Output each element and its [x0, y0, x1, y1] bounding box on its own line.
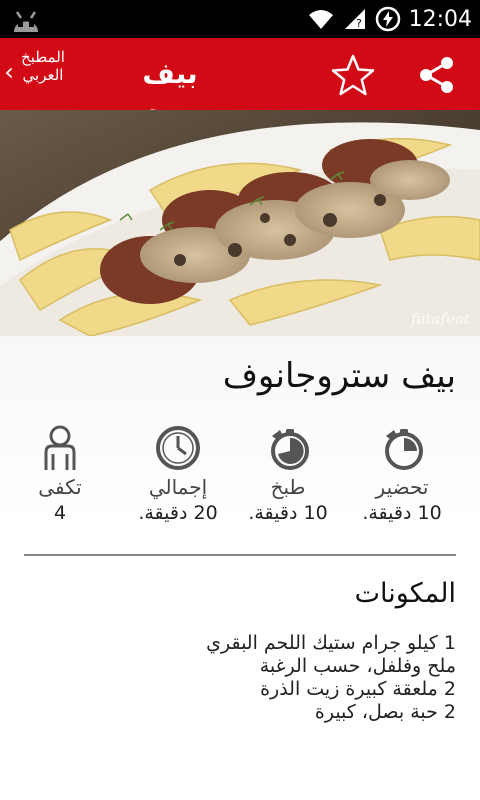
- recipe-photo-graphic: [0, 110, 480, 336]
- stat-serves-label: تكفى: [38, 475, 82, 499]
- favorite-star-icon[interactable]: [330, 52, 376, 98]
- ingredients-heading: المكونات: [354, 578, 456, 609]
- app-logo[interactable]: المطبخ العربي: [18, 48, 68, 100]
- ingredient-item: 2 حبة بصل، كبيرة: [314, 701, 456, 723]
- stat-prep: تحضير 10 دقيقة.: [342, 424, 462, 526]
- ingredient-item: 2 ملعقة كبيرة زيت الذرة: [260, 678, 456, 700]
- stopwatch-icon: [271, 429, 309, 470]
- stat-prep-label: تحضير: [375, 475, 429, 499]
- status-bar: ? 12:04: [0, 0, 480, 38]
- stat-serves-value: 4: [53, 502, 67, 524]
- clock-icon: [156, 426, 200, 470]
- stat-cook: طبخ 10 دقيقة.: [228, 424, 348, 526]
- up-chevron-icon[interactable]: ‹: [2, 58, 16, 86]
- logo-line-1: المطبخ: [21, 48, 65, 66]
- recipe-photo: fatafeat: [0, 110, 480, 336]
- person-icon: [44, 425, 76, 470]
- ingredients-list: 1 كيلو جرام ستيك اللحم البقري ملح وفلفل،…: [36, 632, 456, 724]
- status-time: 12:04: [408, 6, 472, 32]
- stat-prep-value: 10 دقيقة.: [362, 502, 442, 524]
- recipe-title: بيف ستروجانوف: [222, 356, 456, 396]
- android-icon: [14, 11, 38, 32]
- svg-text:?: ?: [356, 17, 362, 30]
- stat-serves: تكفى 4: [0, 424, 120, 526]
- stat-cook-value: 10 دقيقة.: [248, 502, 328, 524]
- stat-total-value: 20 دقيقة.: [138, 502, 218, 524]
- ingredient-item: 1 كيلو جرام ستيك اللحم البقري: [206, 632, 456, 654]
- logo-line-2: العربي: [22, 66, 64, 84]
- signal-icon: ?: [344, 9, 365, 30]
- recipe-details: بيف ستروجانوف تحضير 10 دقيقة. طبخ 10 دقي…: [0, 336, 480, 800]
- recipe-stats: تحضير 10 دقيقة. طبخ 10 دقيقة. إجمالي 20: [16, 424, 464, 534]
- battery-charging-icon: [375, 6, 400, 32]
- stopwatch-icon: [385, 429, 423, 470]
- section-divider: [24, 554, 456, 556]
- share-icon[interactable]: [414, 52, 460, 98]
- stat-total: إجمالي 20 دقيقة.: [118, 424, 238, 526]
- stat-cook-label: طبخ: [270, 475, 306, 499]
- wifi-icon: [308, 10, 333, 29]
- ingredient-item: ملح وفلفل، حسب الرغبة: [259, 655, 456, 677]
- photo-watermark: fatafeat: [411, 310, 470, 328]
- app-bar-title: بيف ستروجانوف: [87, 57, 252, 138]
- stat-total-label: إجمالي: [148, 475, 208, 499]
- app-bar: ‹ المطبخ العربي بيف ستروجانوف: [0, 38, 480, 138]
